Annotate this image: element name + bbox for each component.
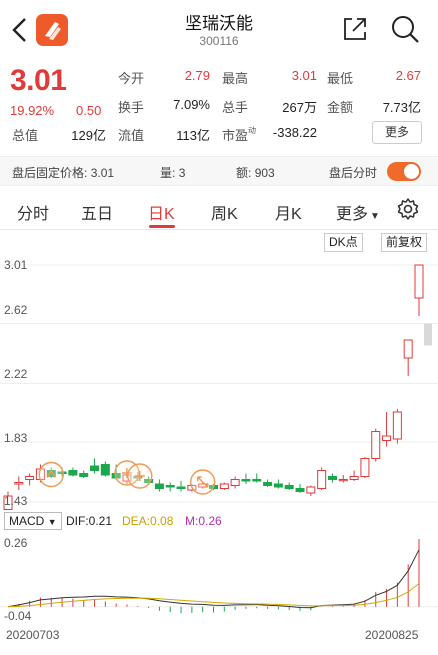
candle	[90, 465, 100, 471]
pe-sup: 动	[248, 126, 257, 135]
macd-chart	[0, 539, 438, 614]
caret-down-icon: ▼	[370, 211, 380, 222]
amount-label: 金额	[327, 100, 354, 115]
tab-daily-k[interactable]: 日K	[148, 200, 175, 224]
y-tick-label: 1.83	[4, 431, 28, 445]
dea-value: DEA:0.08	[122, 514, 174, 528]
caret-down-icon: ▼	[47, 517, 57, 527]
search-icon[interactable]	[390, 14, 420, 44]
candle	[327, 476, 337, 480]
open-value: 2.79	[184, 68, 210, 83]
dk-point-button[interactable]: DK点	[324, 233, 363, 252]
candle	[273, 483, 283, 488]
candle	[219, 483, 229, 489]
share-icon[interactable]	[342, 16, 368, 42]
mktcap-value: 129亿	[71, 128, 106, 143]
high-value: 3.01	[291, 68, 317, 83]
tab-monthly-k[interactable]: 月K	[275, 200, 302, 224]
pe-value: -338.22	[272, 125, 317, 140]
mktcap-label: 总值	[12, 128, 39, 143]
float-value: 113亿	[176, 128, 210, 143]
y-tick-label: 2.22	[4, 367, 28, 381]
tab-five-day[interactable]: 五日	[81, 200, 113, 224]
candle	[252, 479, 262, 482]
after-hours-volume: 量: 3	[160, 166, 186, 180]
y-tick-label: 1.43	[4, 494, 28, 508]
candle	[382, 435, 392, 441]
candle	[403, 339, 413, 359]
candle	[165, 485, 175, 488]
toggle-knob	[404, 164, 419, 179]
active-tab-indicator	[149, 225, 175, 228]
stock-name: 坚瑞沃能	[185, 14, 253, 33]
candle	[349, 476, 359, 480]
amount-value: 7.73亿	[382, 100, 421, 115]
candle	[79, 473, 89, 477]
tab-more[interactable]: 更多 ▼	[336, 200, 380, 224]
up-arrow-badge	[38, 461, 64, 488]
candle	[241, 479, 251, 482]
candle	[230, 479, 240, 486]
macd-header: MACD ▼ DIF:0.21 DEA:0.08 M:0.26	[0, 511, 438, 531]
dif-value: DIF:0.21	[66, 514, 113, 528]
candle	[100, 464, 110, 476]
after-hours-amount: 额: 903	[236, 166, 275, 180]
x-tick-end-date: 20200825	[365, 628, 419, 642]
y-tick-label: 2.62	[4, 303, 28, 317]
candle	[14, 482, 24, 485]
current-price: 3.01	[10, 64, 67, 97]
more-button[interactable]: 更多	[372, 121, 422, 144]
after-hours-toggle[interactable]	[387, 162, 421, 181]
candle	[360, 458, 370, 477]
forward-adjust-button[interactable]: 前复权	[381, 233, 428, 252]
y-tick-label: 3.01	[4, 258, 28, 272]
float-label: 流值	[118, 128, 145, 143]
low-value: 2.67	[395, 68, 421, 83]
candle	[68, 470, 78, 476]
candle	[414, 264, 424, 299]
macd-y-tick: 0.26	[4, 536, 28, 550]
candle	[392, 411, 402, 440]
candle	[295, 488, 305, 492]
gear-icon[interactable]	[396, 197, 420, 221]
after-hours-price: 盘后固定价格: 3.01	[12, 166, 115, 180]
tab-weekly-k[interactable]: 周K	[211, 200, 238, 224]
candle	[371, 431, 381, 459]
volume-label: 总手	[222, 100, 249, 115]
candle	[154, 483, 164, 489]
change-percent: 19.92%	[10, 103, 55, 118]
tab-timeshare[interactable]: 分时	[17, 200, 49, 224]
after-hours-timeshare-label: 盘后分时	[329, 166, 378, 180]
candle	[25, 476, 35, 480]
turnover-value: 7.09%	[173, 97, 210, 112]
candle	[263, 482, 273, 486]
volume-value: 267万	[282, 100, 317, 115]
candle	[338, 479, 348, 482]
low-label: 最低	[327, 71, 354, 86]
dif-line	[7, 549, 420, 609]
candle	[306, 486, 316, 494]
chart-scroll-indicator	[424, 323, 432, 346]
top-bar: 坚瑞沃能 300116	[0, 0, 438, 56]
m-value: M:0.26	[185, 514, 222, 528]
macd-y-tick: -0.04	[4, 609, 32, 623]
open-label: 今开	[118, 71, 145, 86]
period-tabs: 分时 五日 日K 周K 月K 更多 ▼	[0, 188, 438, 230]
turnover-label: 换手	[118, 100, 145, 115]
change-amount: 0.50	[76, 103, 102, 118]
kline-chart[interactable]	[0, 252, 438, 510]
candle	[176, 486, 186, 489]
high-label: 最高	[222, 71, 249, 86]
candle	[284, 485, 294, 489]
pe-label: 市盈动	[222, 126, 257, 143]
x-tick-start-date: 20200703	[6, 628, 60, 642]
indicator-select[interactable]: MACD ▼	[4, 512, 62, 530]
candle	[317, 470, 327, 489]
stock-code: 300116	[199, 34, 239, 48]
